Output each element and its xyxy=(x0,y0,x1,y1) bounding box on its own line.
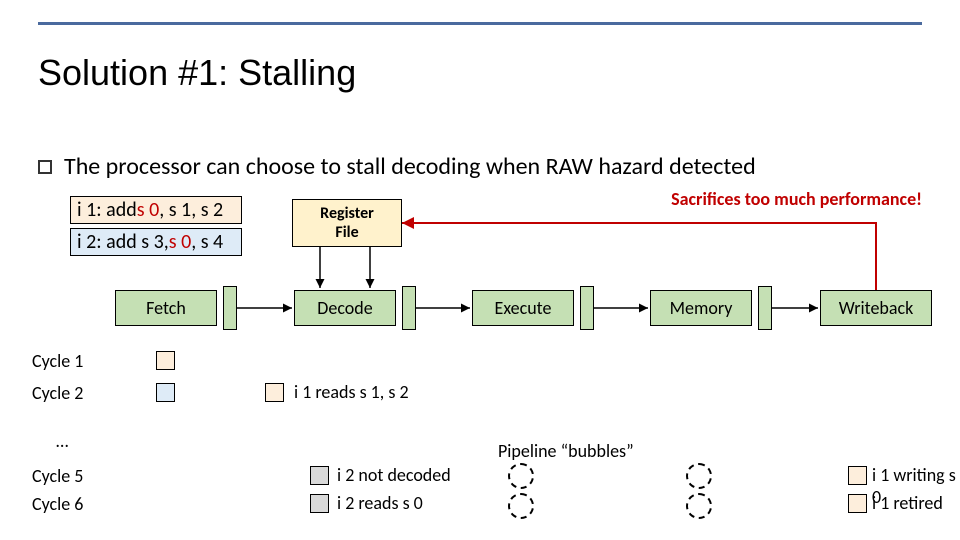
token-i1-retired xyxy=(848,494,867,513)
slide-title: Solution #1: Stalling xyxy=(38,52,356,94)
regfile-l2: File xyxy=(293,223,401,242)
annot-reads-s0: i 2 reads s 0 xyxy=(337,492,423,514)
cycle-ellipsis: … xyxy=(56,430,68,452)
annot-reads-s1s2: i 1 reads s 1, s 2 xyxy=(294,381,409,403)
token-i2-fetch xyxy=(156,383,175,402)
register-file-box: Register File xyxy=(292,199,402,247)
stage-decode: Decode xyxy=(294,290,396,326)
token-stall xyxy=(310,494,329,513)
instruction-1: i 1: add s 0, s 1, s 2 xyxy=(70,196,242,224)
token-i1-decode xyxy=(265,383,284,402)
token-stall xyxy=(310,466,329,485)
pipeline-latch xyxy=(223,286,237,330)
bubble-icon xyxy=(508,493,534,519)
bullet-icon xyxy=(38,160,52,174)
warning-text: Sacrifices too much performance! xyxy=(671,188,922,210)
regfile-l1: Register xyxy=(293,204,401,223)
stage-execute: Execute xyxy=(472,290,574,326)
token-i1-writeback xyxy=(848,466,867,485)
bubble-icon xyxy=(686,463,712,489)
bubble-icon xyxy=(508,463,534,489)
stage-writeback: Writeback xyxy=(820,290,932,326)
bullet-line: The processor can choose to stall decodi… xyxy=(38,152,756,181)
annot-not-decoded: i 2 not decoded xyxy=(337,464,451,486)
bubble-icon xyxy=(686,493,712,519)
cycle-1-label: Cycle 1 xyxy=(32,350,83,372)
bullet-text: The processor can choose to stall decodi… xyxy=(64,152,756,181)
instruction-2: i 2: add s 3, s 0, s 4 xyxy=(70,228,242,256)
cycle-5-label: Cycle 5 xyxy=(32,465,83,487)
pipeline-latch xyxy=(758,286,772,330)
pipeline-latch xyxy=(580,286,594,330)
header-rule xyxy=(38,22,922,25)
stage-fetch: Fetch xyxy=(115,290,217,326)
pipeline-bubbles-label: Pipeline “bubbles” xyxy=(498,440,634,462)
token-i1-fetch xyxy=(156,351,175,370)
annot-retired: i 1 retired xyxy=(872,492,943,514)
cycle-6-label: Cycle 6 xyxy=(32,493,83,515)
pipeline-latch xyxy=(402,286,416,330)
cycle-2-label: Cycle 2 xyxy=(32,382,83,404)
stage-memory: Memory xyxy=(650,290,752,326)
